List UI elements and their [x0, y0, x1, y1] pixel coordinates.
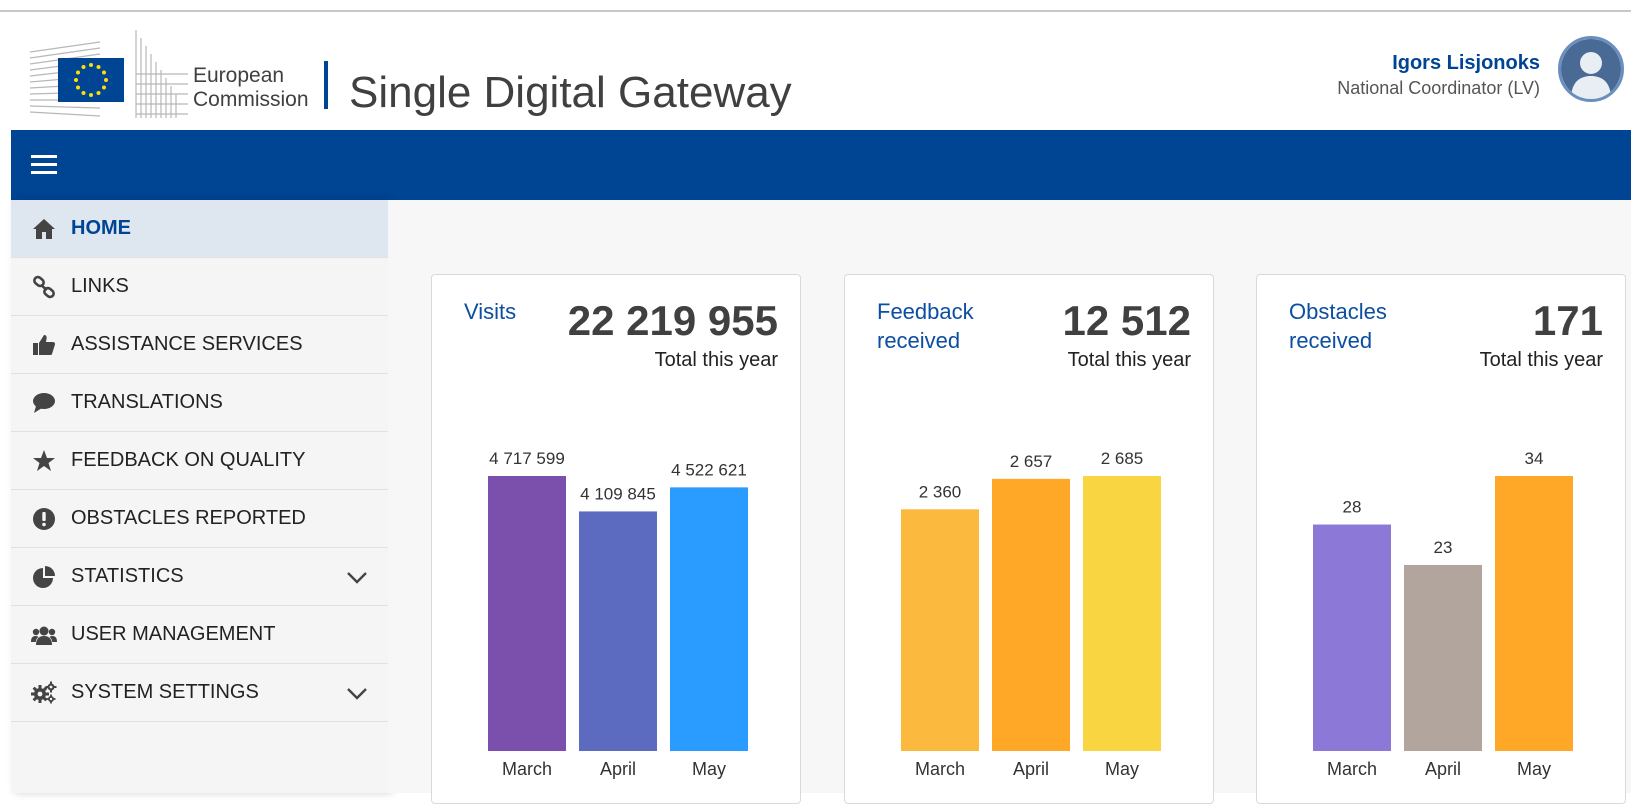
- sidebar-item-statistics[interactable]: STATISTICS: [11, 548, 388, 606]
- avatar[interactable]: [1558, 36, 1624, 102]
- bar-value-label: 4 522 621: [671, 460, 747, 479]
- category-label: May: [1517, 759, 1551, 779]
- chevron-down-icon[interactable]: [346, 683, 368, 703]
- card-subtitle: Total this year: [1479, 349, 1603, 371]
- main-content: Visits 22 219 955 Total this year 4 717 …: [388, 200, 1631, 804]
- card-title[interactable]: Feedback received: [877, 297, 1007, 355]
- sidebar-item-label: HOME: [71, 217, 131, 239]
- chevron-down-icon[interactable]: [346, 567, 368, 587]
- obstacles-card: Obstacles received 171 Total this year 2…: [1256, 274, 1626, 804]
- card-total: 171: [1532, 297, 1603, 344]
- card-subtitle: Total this year: [1067, 349, 1191, 371]
- sidebar-item-label: STATISTICS: [71, 565, 184, 587]
- sidebar-item-home[interactable]: HOME: [11, 200, 388, 258]
- card-title[interactable]: Obstacles received: [1289, 297, 1419, 355]
- bar-value-label: 28: [1343, 498, 1362, 517]
- bar-value-label: 2 657: [1010, 452, 1053, 471]
- category-label: May: [692, 759, 726, 779]
- link-icon: [31, 274, 57, 300]
- star-icon: [31, 448, 57, 474]
- bar-may[interactable]: [1495, 476, 1573, 751]
- category-label: April: [1013, 759, 1049, 779]
- org-line-1: European: [193, 64, 285, 87]
- hamburger-icon[interactable]: [31, 155, 57, 175]
- bar-may[interactable]: [670, 487, 748, 751]
- logo-separator: [324, 61, 328, 109]
- sidebar-item-label: ASSISTANCE SERVICES: [71, 333, 303, 355]
- sidebar: HOME LINKS ASSISTANCE SERVICES TRANSLATI…: [11, 200, 388, 793]
- category-label: March: [915, 759, 965, 779]
- sidebar-item-label: OBSTACLES REPORTED: [71, 507, 306, 529]
- sidebar-item-system-settings[interactable]: SYSTEM SETTINGS: [11, 664, 388, 722]
- user-role: National Coordinator (LV): [1337, 78, 1540, 98]
- bar-value-label: 34: [1525, 449, 1544, 468]
- bar-may[interactable]: [1083, 476, 1161, 751]
- exclamation-circle-icon: [31, 506, 57, 532]
- sidebar-item-translations[interactable]: TRANSLATIONS: [11, 374, 388, 432]
- bar-march[interactable]: [488, 476, 566, 751]
- feedback-card: Feedback received 12 512 Total this year…: [844, 274, 1214, 804]
- visits-bar-chart: 4 717 599 March 4 109 845 April 4 522 621 May: [488, 449, 748, 779]
- home-icon: [31, 216, 57, 242]
- sidebar-item-label: SYSTEM SETTINGS: [71, 681, 259, 703]
- category-label: May: [1105, 759, 1139, 779]
- bar-value-label: 2 360: [919, 482, 962, 501]
- bar-april[interactable]: [992, 478, 1070, 751]
- bar-march[interactable]: [901, 509, 979, 751]
- user-silhouette-icon: [1561, 39, 1621, 99]
- bar-april[interactable]: [579, 511, 657, 751]
- gears-icon: [31, 680, 57, 706]
- obstacles-bar-chart: 28 March 23 April 34 May: [1313, 449, 1573, 779]
- sidebar-item-label: USER MANAGEMENT: [71, 623, 276, 645]
- visits-card: Visits 22 219 955 Total this year 4 717 …: [431, 274, 801, 804]
- bar-march[interactable]: [1313, 524, 1391, 751]
- users-icon: [31, 622, 57, 648]
- bar-april[interactable]: [1404, 564, 1482, 751]
- thumbs-up-icon: [31, 332, 57, 358]
- sidebar-item-assistance-services[interactable]: ASSISTANCE SERVICES: [11, 316, 388, 374]
- app-title: Single Digital Gateway: [349, 68, 792, 117]
- sidebar-item-links[interactable]: LINKS: [11, 258, 388, 316]
- card-total: 12 512: [1062, 297, 1191, 344]
- bar-value-label: 2 685: [1101, 449, 1144, 468]
- card-subtitle: Total this year: [654, 349, 778, 371]
- main-navbar: [11, 130, 1631, 200]
- sidebar-item-obstacles-reported[interactable]: OBSTACLES REPORTED: [11, 490, 388, 548]
- category-label: April: [1425, 759, 1461, 779]
- site-header: European Commission Single Digital Gatew…: [11, 12, 1631, 130]
- bar-value-label: 4 717 599: [489, 449, 565, 468]
- speech-bubble-icon: [31, 390, 57, 416]
- category-label: April: [600, 759, 636, 779]
- card-total: 22 219 955: [567, 297, 778, 344]
- bar-value-label: 23: [1434, 538, 1453, 557]
- sidebar-item-label: FEEDBACK ON QUALITY: [71, 449, 306, 471]
- feedback-bar-chart: 2 360 March 2 657 April 2 685 May: [901, 449, 1161, 779]
- user-name[interactable]: Igors Lisjonoks: [1392, 52, 1540, 75]
- sidebar-item-user-management[interactable]: USER MANAGEMENT: [11, 606, 388, 664]
- sidebar-item-feedback-on-quality[interactable]: FEEDBACK ON QUALITY: [11, 432, 388, 490]
- category-label: March: [1327, 759, 1377, 779]
- sidebar-item-label: LINKS: [71, 275, 129, 297]
- pie-chart-icon: [31, 564, 57, 590]
- category-label: March: [502, 759, 552, 779]
- sidebar-item-label: TRANSLATIONS: [71, 391, 223, 413]
- organization-name: European Commission: [193, 64, 309, 112]
- org-line-2: Commission: [193, 88, 309, 111]
- bar-value-label: 4 109 845: [580, 484, 656, 503]
